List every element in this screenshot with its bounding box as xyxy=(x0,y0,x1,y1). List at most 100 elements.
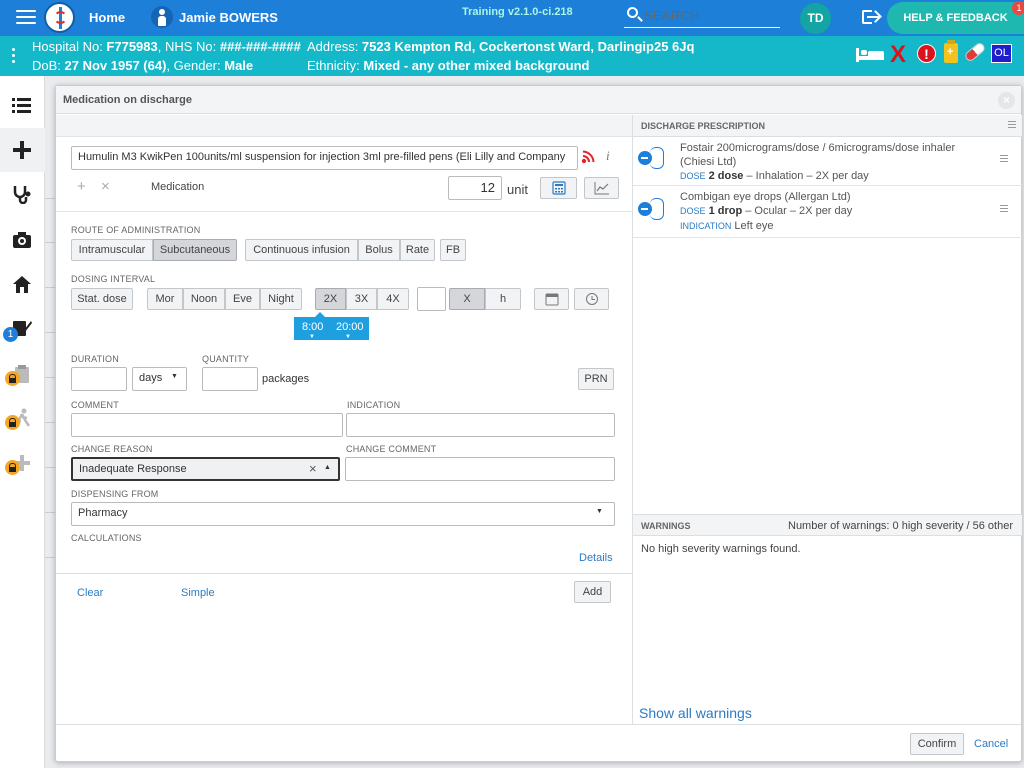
dispensing-from-select[interactable]: Pharmacy ▼ xyxy=(71,502,615,526)
sidebar-item-locked-3[interactable] xyxy=(0,443,45,487)
frequency-2x[interactable]: 2X xyxy=(315,288,346,310)
more-options-icon[interactable] xyxy=(12,48,16,66)
sidebar: 1 xyxy=(0,76,45,768)
dialog-footer: Confirm Cancel xyxy=(56,724,1021,762)
help-badge: 1 xyxy=(1012,1,1024,15)
medication-label: Medication xyxy=(151,181,205,193)
line-chart-icon xyxy=(594,182,609,195)
add-button[interactable]: Add xyxy=(574,581,611,603)
stethoscope-icon xyxy=(13,186,31,204)
confirm-button[interactable]: Confirm xyxy=(910,733,964,755)
schedule-button[interactable] xyxy=(574,288,609,310)
simple-link[interactable]: Simple xyxy=(181,587,215,599)
medication-transfer-icon xyxy=(638,147,666,171)
show-all-warnings-link[interactable]: Show all warnings xyxy=(639,705,752,721)
details-link[interactable]: Details xyxy=(579,552,613,564)
medication-transfer-icon xyxy=(638,198,666,222)
rss-feed-icon[interactable] xyxy=(581,150,595,164)
alert-icon[interactable]: ! xyxy=(917,44,936,63)
night-button[interactable]: Night xyxy=(260,288,302,310)
prescription-header: DISCHARGE PRESCRIPTION xyxy=(633,115,1022,137)
change-comment-input[interactable] xyxy=(345,457,615,481)
medication-search-input[interactable]: Humulin M3 KwikPen 100units/ml suspensio… xyxy=(71,146,578,170)
bolus-button[interactable]: Bolus xyxy=(358,239,400,261)
hours-h-button[interactable]: h xyxy=(485,288,521,310)
duration-unit-select[interactable]: days ▼ xyxy=(132,367,187,391)
frequency-3x[interactable]: 3X xyxy=(346,288,377,310)
calculator-button[interactable] xyxy=(540,177,577,199)
indication-input[interactable] xyxy=(346,413,615,437)
rate-button[interactable]: Rate xyxy=(400,239,435,261)
search-input[interactable]: Search xyxy=(624,4,780,28)
quantity-input[interactable]: 12 xyxy=(448,176,502,200)
item-menu-icon[interactable] xyxy=(1000,205,1008,214)
sidebar-item-list[interactable] xyxy=(0,83,45,127)
lock-icon xyxy=(5,415,20,430)
noon-button[interactable]: Noon xyxy=(183,288,225,310)
evening-button[interactable]: Eve xyxy=(225,288,260,310)
package-quantity-input[interactable] xyxy=(202,367,258,391)
help-feedback-button[interactable]: HELP & FEEDBACK xyxy=(887,2,1024,34)
patient-icon xyxy=(151,6,173,28)
prn-button[interactable]: PRN xyxy=(578,368,614,390)
cancel-link[interactable]: Cancel xyxy=(974,738,1008,750)
route-intramuscular[interactable]: Intramuscular xyxy=(71,239,153,261)
info-icon[interactable]: i xyxy=(606,148,610,164)
form-top-strip xyxy=(56,115,632,137)
patient-banner: Hospital No: F775983, NHS No: ###-###-##… xyxy=(0,36,1024,76)
app-logo[interactable] xyxy=(44,2,75,33)
clear-link[interactable]: Clear xyxy=(77,587,103,599)
list-menu-icon[interactable] xyxy=(1008,121,1016,130)
sidebar-item-notes[interactable]: 1 xyxy=(0,308,45,352)
allergy-icon[interactable]: X xyxy=(890,41,906,69)
route-subcutaneous[interactable]: Subcutaneous xyxy=(153,239,237,261)
item-menu-icon[interactable] xyxy=(1000,155,1008,164)
quantity-label: QUANTITY xyxy=(202,354,250,364)
remove-icon[interactable]: × xyxy=(101,178,110,195)
morning-button[interactable]: Mor xyxy=(147,288,183,310)
patient-ids: Hospital No: F775983, NHS No: ###-###-##… xyxy=(32,39,301,54)
prescription-item[interactable]: Combigan eye drops (Allergan Ltd) DOSE 1… xyxy=(633,186,1022,238)
sidebar-item-camera[interactable] xyxy=(0,218,45,262)
fb-button[interactable]: FB xyxy=(440,239,466,261)
search-icon xyxy=(627,7,638,18)
calendar-button[interactable] xyxy=(534,288,569,310)
continuous-infusion-button[interactable]: Continuous infusion xyxy=(245,239,358,261)
custom-interval-input[interactable] xyxy=(417,287,446,311)
comment-input[interactable] xyxy=(71,413,343,437)
time-chip-morning[interactable]: 8:00 xyxy=(302,321,323,333)
comment-label: COMMENT xyxy=(71,400,119,410)
discharge-prescription-panel: DISCHARGE PRESCRIPTION Fostair 200microg… xyxy=(632,115,1022,724)
sidebar-item-clinical[interactable] xyxy=(0,172,45,216)
prescription-item-dose: DOSE 2 dose – Inhalation – 2X per day xyxy=(680,170,869,182)
stat-dose-button[interactable]: Stat. dose xyxy=(71,288,133,310)
user-avatar[interactable]: TD xyxy=(800,3,831,34)
pill-icon[interactable] xyxy=(963,41,987,63)
times-x-button[interactable]: X xyxy=(449,288,485,310)
menu-icon[interactable] xyxy=(16,10,36,26)
sidebar-item-add[interactable] xyxy=(0,128,45,172)
ol-badge[interactable]: OL xyxy=(991,44,1012,63)
bed-icon[interactable] xyxy=(856,48,884,62)
sidebar-item-locked-1[interactable] xyxy=(0,354,45,398)
change-reason-select[interactable]: Inadequate Response × ▲ xyxy=(71,457,340,481)
patient-name[interactable]: Jamie BOWERS xyxy=(179,10,278,25)
medicine-bottle-icon[interactable] xyxy=(944,40,958,63)
time-chip-evening[interactable]: 20:00 xyxy=(336,321,364,333)
home-link[interactable]: Home xyxy=(89,10,125,25)
sidebar-item-home[interactable] xyxy=(0,263,45,307)
add-icon[interactable]: + xyxy=(77,178,86,195)
logout-icon[interactable] xyxy=(862,8,880,26)
prescription-item-name: Combigan eye drops (Allergan Ltd) xyxy=(680,191,851,203)
sidebar-item-locked-2[interactable] xyxy=(0,398,45,442)
frequency-4x[interactable]: 4X xyxy=(377,288,409,310)
pointer-arrow xyxy=(315,312,325,317)
trend-chart-button[interactable] xyxy=(584,177,619,199)
house-icon xyxy=(13,276,31,293)
close-icon[interactable]: × xyxy=(998,92,1015,109)
warnings-message: No high severity warnings found. xyxy=(641,543,801,555)
duration-input[interactable] xyxy=(71,367,127,391)
dialog-title: Medication on discharge xyxy=(63,94,192,106)
prescription-item[interactable]: Fostair 200micrograms/dose / 6micrograms… xyxy=(633,137,1022,186)
clear-selection-icon[interactable]: × xyxy=(309,461,317,476)
